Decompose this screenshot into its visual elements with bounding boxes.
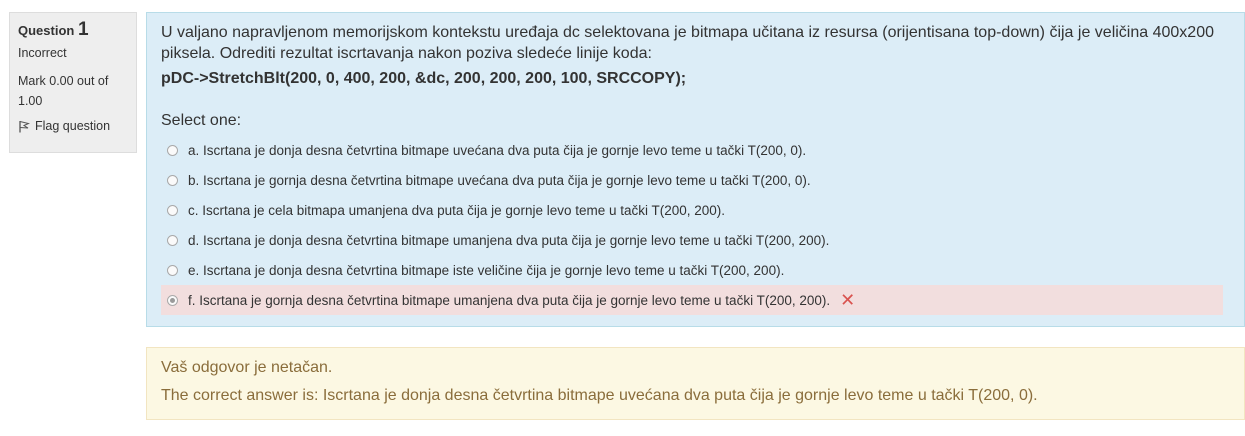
answer-label-b: b. Iscrtana je gornja desna četvrtina bi…: [188, 172, 811, 188]
question-number-value: 1: [77, 19, 89, 40]
question-label: Question: [18, 23, 75, 38]
radio-button-c[interactable]: [167, 204, 178, 216]
radio-selected-dot: [170, 297, 175, 303]
feedback-text: Vaš odgovor je netačan.: [161, 359, 333, 376]
answer-label-f: f. Iscrtana je gornja desna četvrtina bi…: [188, 292, 831, 308]
question-info-panel: Question 1 Incorrect Mark 0.00 out of 1.…: [9, 12, 137, 153]
question-number: Question 1: [18, 19, 128, 40]
answer-label-a: a. Iscrtana je donja desna četvrtina bit…: [188, 142, 807, 158]
answer-option-f[interactable]: f. Iscrtana je gornja desna četvrtina bi…: [161, 285, 1223, 315]
answer-label-c: c. Iscrtana je cela bitmapa umanjena dva…: [188, 202, 726, 218]
answer-option-c[interactable]: c. Iscrtana je cela bitmapa umanjena dva…: [161, 195, 1230, 225]
radio-button-f[interactable]: [167, 294, 178, 306]
radio-button-e[interactable]: [167, 264, 178, 276]
answer-label-d: d. Iscrtana je donja desna četvrtina bit…: [188, 232, 830, 248]
answer-list: a. Iscrtana je donja desna četvrtina bit…: [161, 135, 1230, 315]
correct-answer-text: The correct answer is: Iscrtana je donja…: [161, 387, 1038, 404]
select-one-prompt: Select one:: [161, 112, 242, 129]
radio-button-a[interactable]: [167, 144, 178, 156]
flag-icon: [18, 120, 30, 133]
answer-option-d[interactable]: d. Iscrtana je donja desna četvrtina bit…: [161, 225, 1230, 255]
flag-question-link[interactable]: Flag question: [18, 117, 128, 135]
question-state: Incorrect: [18, 46, 67, 60]
question-grade: Mark 0.00 out of 1.00: [18, 74, 109, 108]
radio-button-d[interactable]: [167, 234, 178, 246]
question-outcome: Vaš odgovor je netačan. The correct answ…: [146, 347, 1245, 420]
incorrect-cross-icon: ✕: [840, 290, 856, 310]
answer-option-a[interactable]: a. Iscrtana je donja desna četvrtina bit…: [161, 135, 1230, 165]
question-formulation: U valjano napravljenom memorijskom konte…: [146, 12, 1245, 327]
flag-question-label: Flag question: [35, 119, 111, 133]
question-code: pDC->StretchBlt(200, 0, 400, 200, &dc, 2…: [161, 70, 687, 87]
answer-option-e[interactable]: e. Iscrtana je donja desna četvrtina bit…: [161, 255, 1230, 285]
radio-button-b[interactable]: [167, 174, 178, 186]
answer-label-e: e. Iscrtana je donja desna četvrtina bit…: [188, 262, 785, 278]
question-text: U valjano napravljenom memorijskom konte…: [161, 24, 1214, 62]
answer-option-b[interactable]: b. Iscrtana je gornja desna četvrtina bi…: [161, 165, 1230, 195]
